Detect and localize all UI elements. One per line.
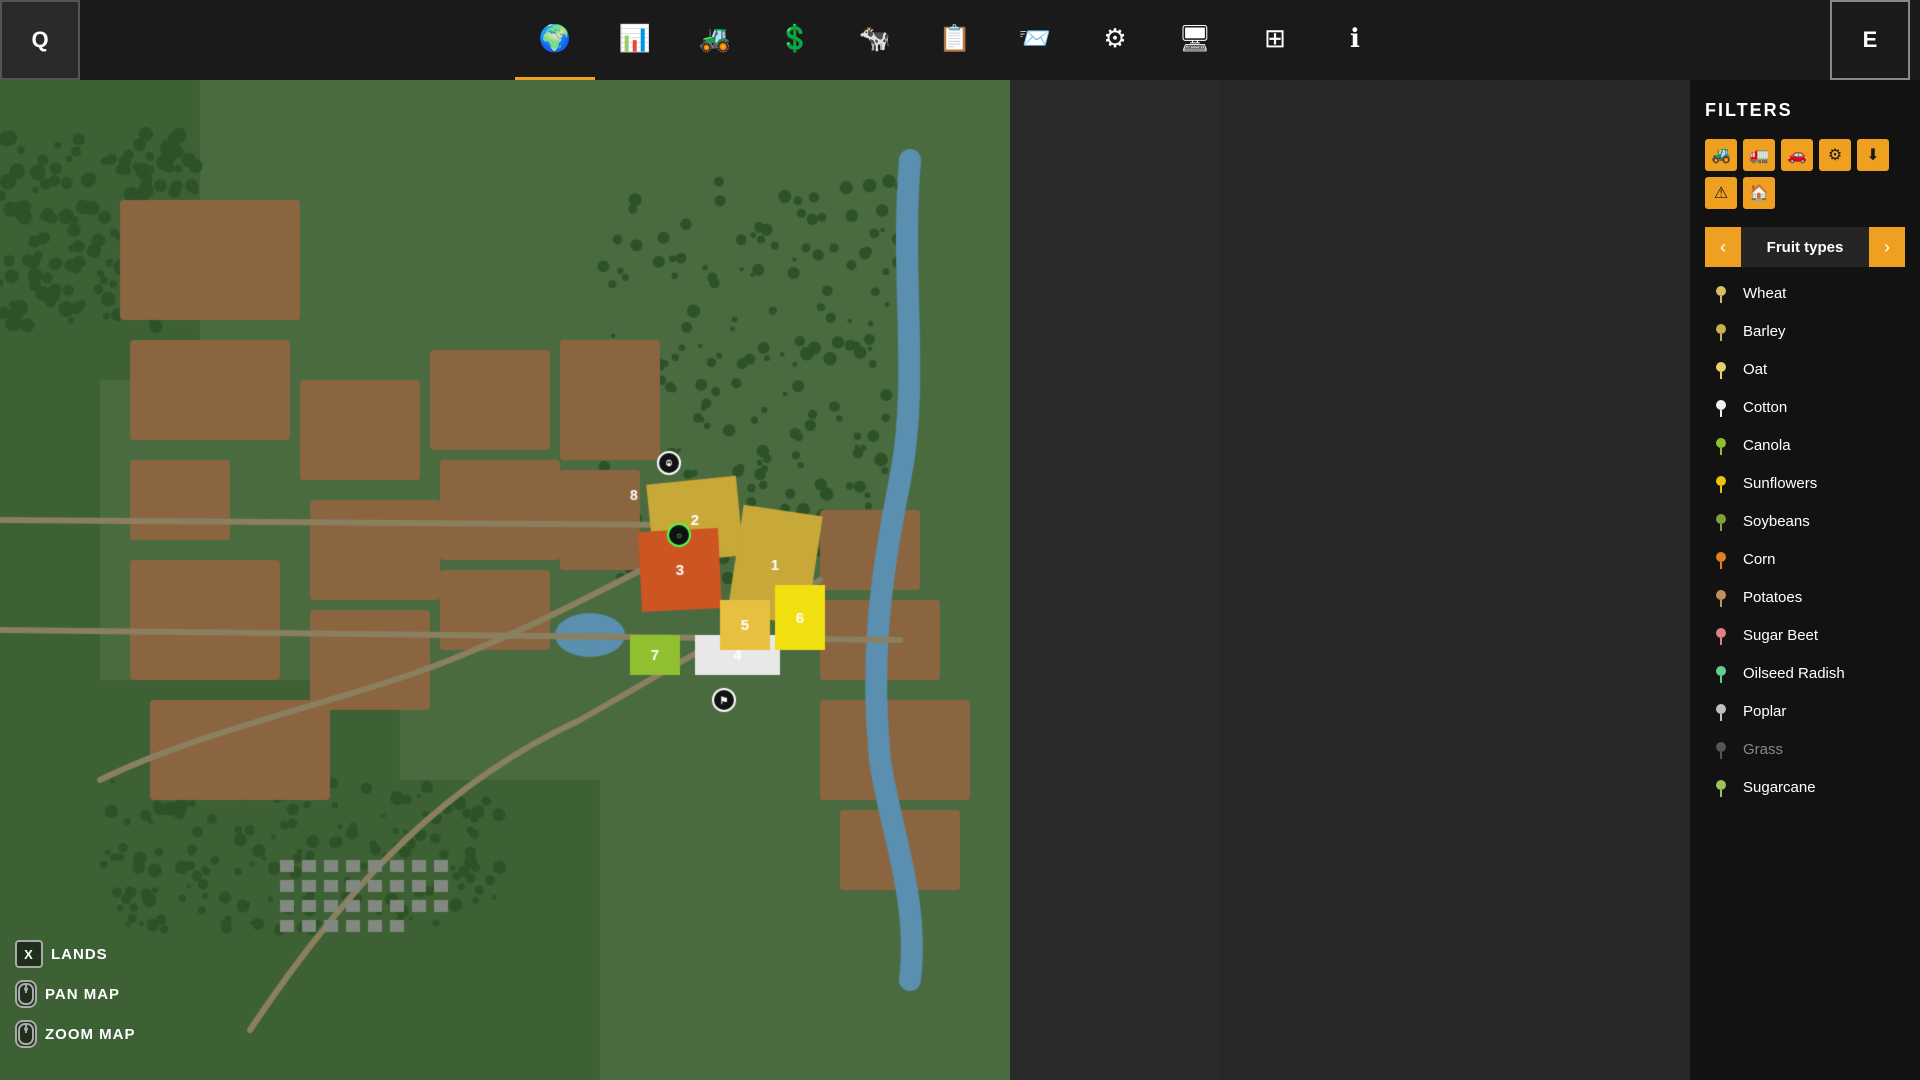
fruit-nav-left[interactable]: ‹ xyxy=(1705,227,1741,267)
top-navigation: Q 🌍 📊 🚜 💲 🐄 📋 📨 ⚙ 🖥 ⊞ ℹ E xyxy=(0,0,1920,80)
zoom-mouse xyxy=(15,1020,37,1048)
fruit-color-grass xyxy=(1709,737,1733,761)
nav-modules-btn[interactable]: ⊞ xyxy=(1235,0,1315,80)
nav-cow-btn[interactable]: 🐄 xyxy=(835,0,915,80)
filter-truck-btn[interactable]: 🚛 xyxy=(1743,139,1775,171)
fruit-name-corn: Corn xyxy=(1743,551,1776,568)
lands-control: X LANDS xyxy=(15,940,136,968)
fruit-item-canola[interactable]: Canola xyxy=(1705,427,1905,463)
fruit-color-corn xyxy=(1709,547,1733,571)
fruit-item-sugar-beet[interactable]: Sugar Beet xyxy=(1705,617,1905,653)
zoom-map-control: ZOOM MAP xyxy=(15,1020,136,1048)
filter-download-btn[interactable]: ⬇ xyxy=(1857,139,1889,171)
fruit-name-barley: Barley xyxy=(1743,323,1786,340)
filter-gear-btn[interactable]: ⚙ xyxy=(1819,139,1851,171)
fruit-nav-right[interactable]: › xyxy=(1869,227,1905,267)
fruit-color-sugarcane xyxy=(1709,775,1733,799)
q-button[interactable]: Q xyxy=(0,0,80,80)
fruit-name-oat: Oat xyxy=(1743,361,1767,378)
fruit-item-oat[interactable]: Oat xyxy=(1705,351,1905,387)
filter-icons-row: 🚜 🚛 🚗 ⚙ ⬇ ⚠ 🏠 xyxy=(1705,139,1905,209)
filters-panel: FILTERS 🚜 🚛 🚗 ⚙ ⬇ ⚠ 🏠 ‹ Fruit types › Wh… xyxy=(1690,80,1920,1080)
lands-label: LANDS xyxy=(51,946,108,963)
fruit-item-cotton[interactable]: Cotton xyxy=(1705,389,1905,425)
nav-info-btn[interactable]: ℹ xyxy=(1315,0,1395,80)
filters-title: FILTERS xyxy=(1705,100,1905,121)
fruit-item-poplar[interactable]: Poplar xyxy=(1705,693,1905,729)
filter-house-btn[interactable]: 🏠 xyxy=(1743,177,1775,209)
map-area[interactable] xyxy=(0,80,1010,1080)
fruit-name-sugar-beet: Sugar Beet xyxy=(1743,627,1818,644)
fruit-list: Wheat Barley Oat Cotton Canola Sunflowers Soyb… xyxy=(1705,275,1905,805)
fruit-color-potatoes xyxy=(1709,585,1733,609)
e-button[interactable]: E xyxy=(1830,0,1910,80)
fruit-item-corn[interactable]: Corn xyxy=(1705,541,1905,577)
fruit-type-nav: ‹ Fruit types › xyxy=(1705,227,1905,267)
nav-harvest-btn[interactable]: ⚙ xyxy=(1075,0,1155,80)
fruit-item-grass[interactable]: Grass xyxy=(1705,731,1905,767)
fruit-color-barley xyxy=(1709,319,1733,343)
pan-mouse xyxy=(15,980,37,1008)
fruit-color-oilseed-radish xyxy=(1709,661,1733,685)
fruit-color-poplar xyxy=(1709,699,1733,723)
filter-alert-btn[interactable]: ⚠ xyxy=(1705,177,1737,209)
nav-msg-btn[interactable]: 📨 xyxy=(995,0,1075,80)
filter-tractor-btn[interactable]: 🚜 xyxy=(1705,139,1737,171)
fruit-name-cotton: Cotton xyxy=(1743,399,1787,416)
fruit-name-sugarcane: Sugarcane xyxy=(1743,779,1816,796)
fruit-color-sunflowers xyxy=(1709,471,1733,495)
fruit-name-poplar: Poplar xyxy=(1743,703,1786,720)
fruit-item-soybeans[interactable]: Soybeans xyxy=(1705,503,1905,539)
nav-monitor-btn[interactable]: 🖥 xyxy=(1155,0,1235,80)
fruit-item-barley[interactable]: Barley xyxy=(1705,313,1905,349)
fruit-name-wheat: Wheat xyxy=(1743,285,1786,302)
fruit-name-grass: Grass xyxy=(1743,741,1783,758)
zoom-map-label: ZOOM MAP xyxy=(45,1026,136,1043)
fruit-color-cotton xyxy=(1709,395,1733,419)
fruit-item-sugarcane[interactable]: Sugarcane xyxy=(1705,769,1905,805)
fruit-item-potatoes[interactable]: Potatoes xyxy=(1705,579,1905,615)
fruit-name-sunflowers: Sunflowers xyxy=(1743,475,1817,492)
nav-doc-btn[interactable]: 📋 xyxy=(915,0,995,80)
fruit-name-canola: Canola xyxy=(1743,437,1791,454)
nav-icon-row: 🌍 📊 🚜 💲 🐄 📋 📨 ⚙ 🖥 ⊞ ℹ xyxy=(80,0,1830,80)
nav-globe-btn[interactable]: 🌍 xyxy=(515,0,595,80)
fruit-color-oat xyxy=(1709,357,1733,381)
pan-map-label: PAN MAP xyxy=(45,986,120,1003)
fruit-item-wheat[interactable]: Wheat xyxy=(1705,275,1905,311)
fruit-name-potatoes: Potatoes xyxy=(1743,589,1802,606)
fruit-color-soybeans xyxy=(1709,509,1733,533)
nav-chart-btn[interactable]: 📊 xyxy=(595,0,675,80)
fruit-color-sugar-beet xyxy=(1709,623,1733,647)
filter-vehicle-btn[interactable]: 🚗 xyxy=(1781,139,1813,171)
fruit-item-sunflowers[interactable]: Sunflowers xyxy=(1705,465,1905,501)
fruit-color-wheat xyxy=(1709,281,1733,305)
fruit-name-oilseed-radish: Oilseed Radish xyxy=(1743,665,1845,682)
nav-tractor-btn[interactable]: 🚜 xyxy=(675,0,755,80)
fruit-color-canola xyxy=(1709,433,1733,457)
fruit-name-soybeans: Soybeans xyxy=(1743,513,1810,530)
nav-dollar-btn[interactable]: 💲 xyxy=(755,0,835,80)
pan-map-control: PAN MAP xyxy=(15,980,136,1008)
bottom-controls: X LANDS PAN MAP ZOOM MAP xyxy=(15,940,136,1060)
fruit-nav-label: Fruit types xyxy=(1741,227,1869,267)
fruit-item-oilseed-radish[interactable]: Oilseed Radish xyxy=(1705,655,1905,691)
x-key[interactable]: X xyxy=(15,940,43,968)
